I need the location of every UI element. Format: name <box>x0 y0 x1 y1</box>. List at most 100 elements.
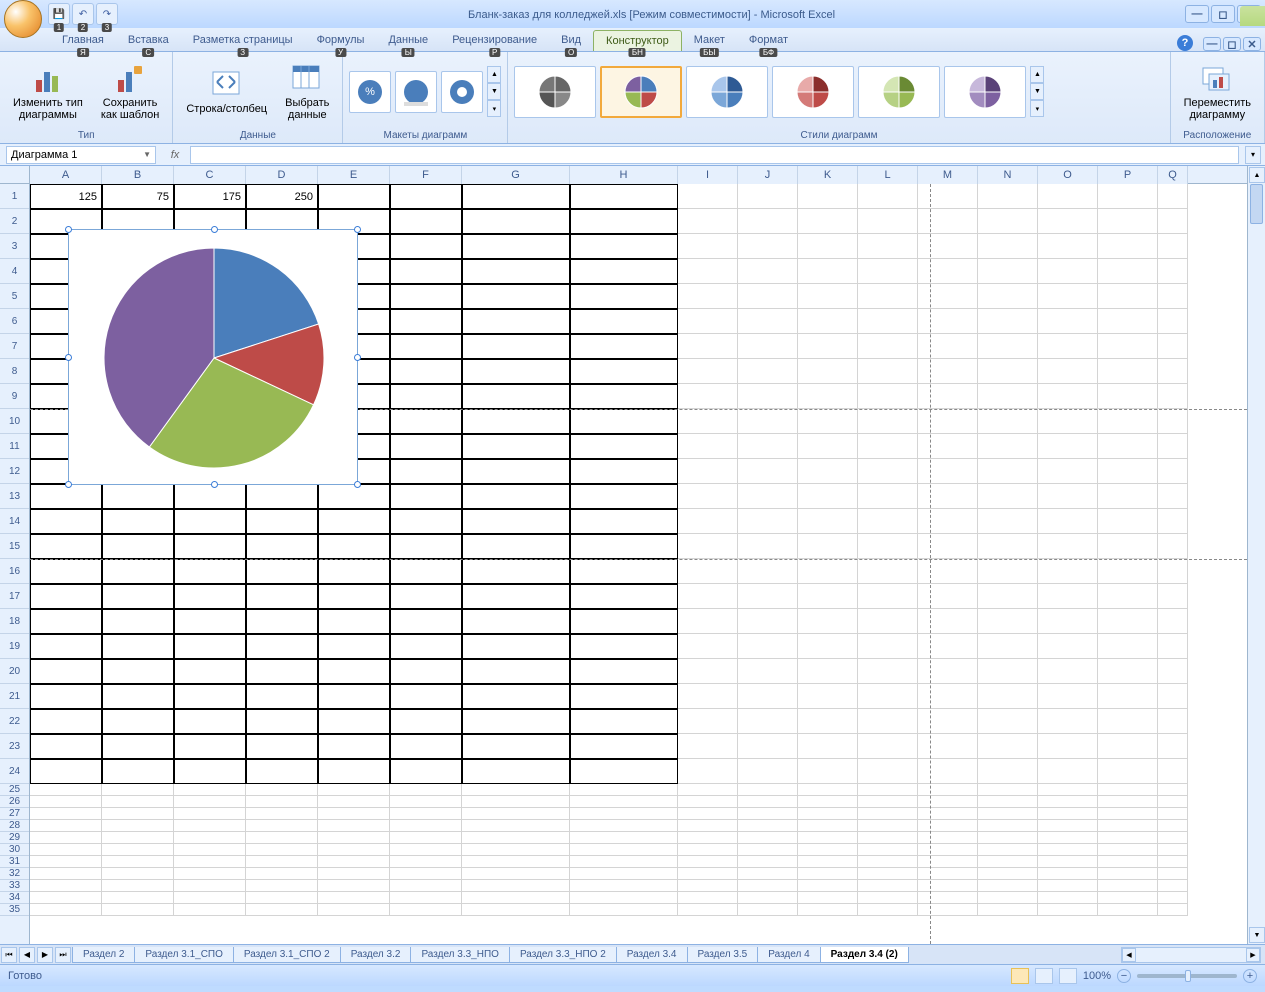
move-chart-button[interactable]: Переместить диаграмму <box>1177 57 1258 126</box>
cell-A28[interactable] <box>30 820 102 832</box>
cell-N2[interactable] <box>978 209 1038 234</box>
cell-N24[interactable] <box>978 759 1038 784</box>
cell-K19[interactable] <box>798 634 858 659</box>
cell-O19[interactable] <box>1038 634 1098 659</box>
cell-F18[interactable] <box>390 609 462 634</box>
row-header-13[interactable]: 13 <box>0 484 29 509</box>
cell-L14[interactable] <box>858 509 918 534</box>
cell-O33[interactable] <box>1038 880 1098 892</box>
cell-H33[interactable] <box>570 880 678 892</box>
cell-M8[interactable] <box>918 359 978 384</box>
cell-L35[interactable] <box>858 904 918 916</box>
cell-E14[interactable] <box>318 509 390 534</box>
cell-P8[interactable] <box>1098 359 1158 384</box>
cell-E18[interactable] <box>318 609 390 634</box>
col-header-Q[interactable]: Q <box>1158 166 1188 184</box>
cell-K24[interactable] <box>798 759 858 784</box>
layout-down[interactable]: ▼ <box>487 83 501 100</box>
cell-M5[interactable] <box>918 284 978 309</box>
cell-F4[interactable] <box>390 259 462 284</box>
cell-P7[interactable] <box>1098 334 1158 359</box>
cell-P12[interactable] <box>1098 459 1158 484</box>
cell-I24[interactable] <box>678 759 738 784</box>
maximize-button[interactable]: ◻ <box>1211 5 1235 23</box>
cell-Q24[interactable] <box>1158 759 1188 784</box>
cell-P20[interactable] <box>1098 659 1158 684</box>
cell-M32[interactable] <box>918 868 978 880</box>
cell-M16[interactable] <box>918 559 978 584</box>
cell-M28[interactable] <box>918 820 978 832</box>
select-data-button[interactable]: Выбрать данные <box>278 57 336 126</box>
cell-K35[interactable] <box>798 904 858 916</box>
cell-M33[interactable] <box>918 880 978 892</box>
cell-L4[interactable] <box>858 259 918 284</box>
cell-P6[interactable] <box>1098 309 1158 334</box>
cell-K18[interactable] <box>798 609 858 634</box>
cell-K31[interactable] <box>798 856 858 868</box>
cell-H27[interactable] <box>570 808 678 820</box>
cell-F27[interactable] <box>390 808 462 820</box>
cell-Q23[interactable] <box>1158 734 1188 759</box>
cell-D30[interactable] <box>246 844 318 856</box>
cell-L1[interactable] <box>858 184 918 209</box>
sheet-tab-9[interactable]: Раздел 3.4 (2) <box>820 947 909 963</box>
cell-E26[interactable] <box>318 796 390 808</box>
cell-F17[interactable] <box>390 584 462 609</box>
cell-I25[interactable] <box>678 784 738 796</box>
cell-Q13[interactable] <box>1158 484 1188 509</box>
cell-I4[interactable] <box>678 259 738 284</box>
cell-I27[interactable] <box>678 808 738 820</box>
col-header-F[interactable]: F <box>390 166 462 184</box>
cell-Q8[interactable] <box>1158 359 1188 384</box>
cell-M19[interactable] <box>918 634 978 659</box>
cell-B27[interactable] <box>102 808 174 820</box>
formula-input[interactable] <box>190 146 1239 164</box>
cell-M34[interactable] <box>918 892 978 904</box>
cell-N27[interactable] <box>978 808 1038 820</box>
row-header-11[interactable]: 11 <box>0 434 29 459</box>
cell-B19[interactable] <box>102 634 174 659</box>
cell-F16[interactable] <box>390 559 462 584</box>
cell-J19[interactable] <box>738 634 798 659</box>
cell-L11[interactable] <box>858 434 918 459</box>
cell-M18[interactable] <box>918 609 978 634</box>
cell-E34[interactable] <box>318 892 390 904</box>
cell-A22[interactable] <box>30 709 102 734</box>
cell-H13[interactable] <box>570 484 678 509</box>
cell-B30[interactable] <box>102 844 174 856</box>
cell-I34[interactable] <box>678 892 738 904</box>
cell-O14[interactable] <box>1038 509 1098 534</box>
row-header-34[interactable]: 34 <box>0 892 29 904</box>
cell-C18[interactable] <box>174 609 246 634</box>
row-header-14[interactable]: 14 <box>0 509 29 534</box>
cell-I3[interactable] <box>678 234 738 259</box>
cell-N32[interactable] <box>978 868 1038 880</box>
zoom-slider[interactable] <box>1137 974 1237 978</box>
cell-O17[interactable] <box>1038 584 1098 609</box>
cell-O1[interactable] <box>1038 184 1098 209</box>
row-header-12[interactable]: 12 <box>0 459 29 484</box>
cell-J31[interactable] <box>738 856 798 868</box>
zoom-out[interactable]: − <box>1117 969 1131 983</box>
row-header-31[interactable]: 31 <box>0 856 29 868</box>
change-chart-type-button[interactable]: Изменить тип диаграммы <box>6 57 90 126</box>
cell-A34[interactable] <box>30 892 102 904</box>
cell-F30[interactable] <box>390 844 462 856</box>
cell-Q17[interactable] <box>1158 584 1188 609</box>
cell-E15[interactable] <box>318 534 390 559</box>
cell-O10[interactable] <box>1038 409 1098 434</box>
cell-K9[interactable] <box>798 384 858 409</box>
cell-K1[interactable] <box>798 184 858 209</box>
cell-J20[interactable] <box>738 659 798 684</box>
cell-C29[interactable] <box>174 832 246 844</box>
help-icon[interactable]: ? <box>1177 35 1193 51</box>
row-header-29[interactable]: 29 <box>0 832 29 844</box>
cell-P21[interactable] <box>1098 684 1158 709</box>
cell-P11[interactable] <box>1098 434 1158 459</box>
row-header-8[interactable]: 8 <box>0 359 29 384</box>
cell-K23[interactable] <box>798 734 858 759</box>
cell-N18[interactable] <box>978 609 1038 634</box>
cell-M13[interactable] <box>918 484 978 509</box>
cell-G10[interactable] <box>462 409 570 434</box>
cell-G33[interactable] <box>462 880 570 892</box>
